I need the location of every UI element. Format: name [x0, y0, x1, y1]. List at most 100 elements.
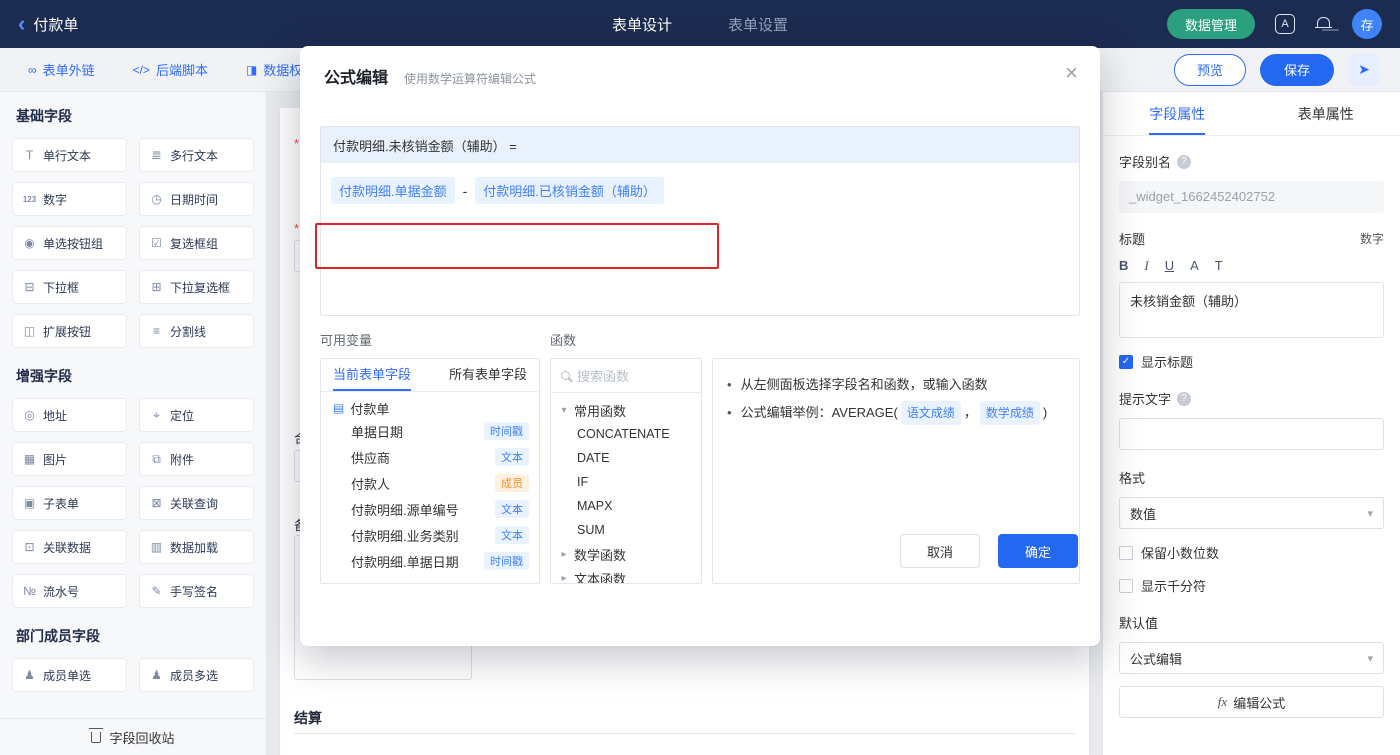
notification-bell-icon[interactable]: [1315, 16, 1332, 32]
data-manage-button[interactable]: 数据管理: [1166, 9, 1255, 39]
function-item[interactable]: SUM: [551, 518, 701, 542]
field-button[interactable]: ◉ 单选按钮组: [12, 226, 127, 260]
help-text: 公式编辑举例：AVERAGE(: [740, 405, 898, 421]
formula-field-token[interactable]: 付款明细.已核销金额（辅助）: [475, 177, 664, 204]
variables-tab[interactable]: 当前表单字段: [333, 359, 412, 391]
checkbox-icon[interactable]: [1119, 545, 1133, 560]
decimal-option[interactable]: 保留小数位数: [1119, 543, 1384, 562]
bold-button[interactable]: B: [1119, 258, 1128, 274]
field-button[interactable]: ⊟ 下拉框: [12, 270, 127, 304]
field-button[interactable]: ≡ 分割线: [139, 314, 254, 348]
default-value-select[interactable]: 公式编辑 ▾: [1119, 642, 1384, 674]
field-button[interactable]: ◫ 扩展按钮: [12, 314, 127, 348]
field-button-label: 下拉框: [43, 280, 80, 295]
formula-editor[interactable]: 付款明细.未核销金额（辅助） = 付款明细.单据金额 - 付款明细.已核销金额（辅助…: [320, 126, 1080, 316]
field-button[interactable]: ⊠ 关联查询: [139, 486, 254, 520]
field-alias-input[interactable]: _widget_1662452402752: [1119, 181, 1384, 213]
number-icon: 123: [22, 194, 37, 204]
formula-field-token[interactable]: 付款明细.单据金额: [331, 177, 455, 204]
avatar[interactable]: 存: [1352, 9, 1382, 39]
function-group[interactable]: ▸ 数学函数: [551, 542, 701, 566]
sidebar-section-title: 基础字段: [16, 108, 72, 124]
function-item[interactable]: MAPX: [551, 494, 701, 518]
field-button[interactable]: ▥ 数据加载: [139, 530, 254, 564]
toolbar-link[interactable]: ∞ 表单外链: [28, 60, 95, 79]
function-search-input[interactable]: 搜索函数: [551, 359, 701, 393]
share-icon[interactable]: ➤: [1348, 53, 1380, 86]
help-text: 从左侧面板选择字段名和函数，或输入函数: [740, 377, 988, 392]
function-item[interactable]: DATE: [551, 446, 701, 470]
nav-tab[interactable]: 表单设置: [728, 14, 788, 35]
variable-item[interactable]: 付款明细.单据日期 时间戳: [321, 548, 539, 574]
hint-input[interactable]: [1119, 418, 1384, 450]
field-button[interactable]: ◷ 日期时间: [139, 182, 254, 216]
formula-editor-modal: 公式编辑 使用数学运算符编辑公式 × 付款明细.未核销金额（辅助） = 付款明细…: [300, 46, 1100, 646]
field-button[interactable]: ⌖ 定位: [139, 398, 254, 432]
props-tab[interactable]: 表单属性: [1252, 92, 1400, 135]
formula-expression[interactable]: 付款明细.单据金额 - 付款明细.已核销金额（辅助）: [331, 177, 1069, 204]
field-button-label: 图片: [43, 452, 68, 467]
format-select[interactable]: 数值 ▾: [1119, 497, 1384, 529]
variable-item[interactable]: 供应商 文本: [321, 444, 539, 470]
close-icon[interactable]: ×: [1065, 62, 1078, 84]
underline-button[interactable]: U: [1165, 258, 1174, 274]
functions-panel: 搜索函数 ▾ 常用函数 CONCATENATE DATE IF MAPX SUM ▸ 数学函数 ▸…: [550, 358, 702, 584]
field-button[interactable]: ⧉ 附件: [139, 442, 254, 476]
function-item[interactable]: IF: [551, 470, 701, 494]
title-editor[interactable]: 未核销金额（辅助）: [1119, 282, 1384, 338]
field-button[interactable]: ✎ 手写签名: [139, 574, 254, 608]
variable-item[interactable]: 付款明细.业务类别 文本: [321, 522, 539, 548]
help-spacer: [712, 330, 1080, 350]
toolbar-link[interactable]: </> 后端脚本: [133, 60, 208, 79]
field-button[interactable]: ≣ 多行文本: [139, 138, 254, 172]
edit-formula-button[interactable]: fx 编辑公式: [1119, 686, 1384, 718]
field-recycle-bin[interactable]: 字段回收站: [0, 718, 266, 755]
nav-tab[interactable]: 表单设计: [612, 14, 672, 35]
select-icon: ⊟: [24, 280, 35, 294]
checkbox-icon[interactable]: [1119, 354, 1133, 369]
italic-button[interactable]: I: [1144, 258, 1148, 274]
function-group[interactable]: ▾ 常用函数: [551, 398, 701, 422]
font-size-button[interactable]: T: [1215, 258, 1223, 274]
variable-name: 单据日期: [351, 424, 404, 440]
show-title-option[interactable]: 显示标题: [1119, 352, 1384, 371]
field-button[interactable]: ⊡ 关联数据: [12, 530, 127, 564]
field-button-label: 手写签名: [170, 584, 219, 599]
variable-item[interactable]: 付款人 成员: [321, 470, 539, 496]
field-button[interactable]: ♟ 成员单选: [12, 658, 127, 692]
field-button[interactable]: ☑ 复选框组: [139, 226, 254, 260]
field-button[interactable]: ▦ 图片: [12, 442, 127, 476]
cancel-button[interactable]: 取消: [900, 534, 980, 568]
nav-tabs: 表单设计 表单设置: [584, 14, 816, 35]
app-switch-icon[interactable]: A: [1275, 14, 1295, 34]
variables-tab[interactable]: 所有表单字段: [449, 359, 527, 391]
variable-item[interactable]: 单据日期 时间戳: [321, 418, 539, 444]
confirm-button[interactable]: 确定: [998, 534, 1078, 568]
font-color-button[interactable]: A: [1190, 258, 1199, 274]
field-button[interactable]: ⊞ 下拉复选框: [139, 270, 254, 304]
preview-button[interactable]: 预览: [1173, 53, 1246, 86]
props-tab[interactable]: 字段属性: [1103, 92, 1252, 135]
help-icon[interactable]: ?: [1177, 391, 1192, 406]
formula-operator[interactable]: -: [463, 183, 468, 199]
address-icon: ◎: [24, 408, 35, 422]
function-item[interactable]: CONCATENATE: [551, 422, 701, 446]
field-button[interactable]: ♟ 成员多选: [139, 658, 254, 692]
field-button[interactable]: № 流水号: [12, 574, 127, 608]
field-button[interactable]: T 单行文本: [12, 138, 127, 172]
form-node[interactable]: ▤ 付款单: [321, 392, 539, 418]
save-button[interactable]: 保存: [1259, 53, 1334, 86]
back-icon[interactable]: ‹: [18, 13, 25, 35]
thousand-option[interactable]: 显示千分符: [1119, 576, 1384, 595]
fx-icon: fx: [1217, 694, 1228, 709]
help-icon[interactable]: ?: [1177, 154, 1192, 169]
function-group[interactable]: ▸ 文本函数: [551, 566, 701, 584]
variable-item[interactable]: 付款明细.源单编号 文本: [321, 496, 539, 522]
document-icon: ▤: [333, 401, 345, 415]
field-button[interactable]: ◎ 地址: [12, 398, 127, 432]
default-value: 公式编辑: [1130, 651, 1183, 667]
permission-icon: ◨: [245, 62, 258, 77]
checkbox-icon[interactable]: [1119, 578, 1133, 593]
field-button[interactable]: 123 数字: [12, 182, 127, 216]
field-button[interactable]: ▣ 子表单: [12, 486, 127, 520]
